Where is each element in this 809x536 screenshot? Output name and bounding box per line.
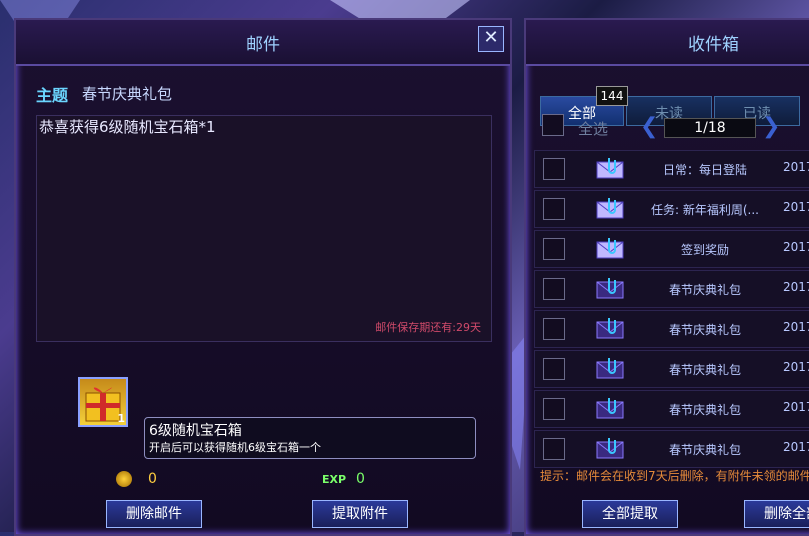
mail-date: 2017. <box>783 440 809 454</box>
envelope-closed-icon <box>595 356 625 380</box>
mail-subject: 日常：每日登陆 <box>662 163 747 177</box>
mail-subject: 春节庆典礼包 <box>668 443 741 457</box>
envelope-closed-icon <box>595 396 625 420</box>
inbox-panel-title: 收件箱 <box>526 20 809 66</box>
mail-date: 2017. <box>783 360 809 374</box>
exp-icon: EXP <box>322 473 347 486</box>
mail-date: 2017. <box>783 400 809 414</box>
page-indicator: 1/18 <box>664 118 756 138</box>
inbox-panel: 收件箱 全部 未读 已读 144 全选 ❮ 1/18 ❯ 日常：每日登陆2017… <box>524 18 809 536</box>
envelope-open-icon <box>595 156 625 180</box>
select-all-label: 全选 <box>578 120 609 138</box>
subject-label: 主题 <box>36 86 69 105</box>
prev-page-icon[interactable]: ❮ <box>640 114 658 139</box>
mail-subject: 春节庆典礼包 <box>668 283 741 297</box>
mail-subject: 任务: 新年福利周(... <box>651 203 759 217</box>
attachment-description: 开启后可以获得随机6级宝石箱一个 <box>149 441 321 454</box>
page-number: 1/18 <box>694 120 726 136</box>
envelope-closed-icon <box>595 316 625 340</box>
mail-date: 2017. <box>783 320 809 334</box>
mail-date: 2017. <box>783 240 809 254</box>
attachment-count: 1 <box>117 412 125 425</box>
mail-panel-title: 邮件 <box>16 20 510 66</box>
mail-body-text: 恭喜获得6级随机宝石箱*1 <box>39 118 216 136</box>
mail-list-item[interactable]: 春节庆典礼包 2017. <box>534 310 809 348</box>
envelope-open-icon <box>595 236 625 260</box>
coin-icon <box>116 471 132 487</box>
attachment-item[interactable]: 1 <box>78 377 128 427</box>
envelope-closed-icon <box>595 436 625 460</box>
mail-checkbox[interactable] <box>543 158 565 180</box>
mail-body: 恭喜获得6级随机宝石箱*1 邮件保存期还有:29天 <box>36 115 492 342</box>
mail-checkbox[interactable] <box>543 398 565 420</box>
mail-subject: 春节庆典礼包 <box>668 403 741 417</box>
mail-checkbox[interactable] <box>543 278 565 300</box>
mail-list-item[interactable]: 签到奖励 2017. <box>534 230 809 268</box>
deletion-hint: 提示：邮件会在收到7天后删除，有附件未领的邮件 <box>540 469 809 483</box>
mail-date: 2017. <box>783 200 809 214</box>
mail-list-item[interactable]: 春节庆典礼包 2017. <box>534 430 809 468</box>
close-icon: ✕ <box>483 27 499 48</box>
close-button[interactable]: ✕ <box>478 26 504 52</box>
mail-panel: 邮件 ✕ 主题 春节庆典礼包 恭喜获得6级随机宝石箱*1 邮件保存期还有:29天… <box>14 18 512 536</box>
mail-list-item[interactable]: 日常：每日登陆 2017. <box>534 150 809 188</box>
mail-checkbox[interactable] <box>543 238 565 260</box>
unread-count-badge: 144 <box>596 86 628 106</box>
mail-checkbox[interactable] <box>543 318 565 340</box>
envelope-closed-icon <box>595 276 625 300</box>
mail-list-item[interactable]: 春节庆典礼包 2017. <box>534 350 809 388</box>
next-page-icon[interactable]: ❯ <box>762 114 780 139</box>
mail-checkbox[interactable] <box>543 438 565 460</box>
mail-subject: 签到奖励 <box>680 243 729 257</box>
attachment-tooltip: 6级随机宝石箱 开启后可以获得随机6级宝石箱一个 <box>144 417 476 459</box>
mail-list-item[interactable]: 任务: 新年福利周(... 2017. <box>534 190 809 228</box>
mail-checkbox[interactable] <box>543 198 565 220</box>
select-all-checkbox[interactable] <box>542 114 564 136</box>
delete-all-button[interactable]: 删除全部 <box>744 500 809 528</box>
exp-value: 0 <box>356 471 365 487</box>
claim-all-button[interactable]: 全部提取 <box>582 500 678 528</box>
mail-subject: 春节庆典礼包 <box>668 363 741 377</box>
mail-list-item[interactable]: 春节庆典礼包 2017. <box>534 270 809 308</box>
retention-notice: 邮件保存期还有:29天 <box>375 321 481 334</box>
mail-subject: 春节庆典礼包 <box>668 323 741 337</box>
envelope-open-icon <box>595 196 625 220</box>
coin-value: 0 <box>148 471 157 487</box>
mail-date: 2017. <box>783 280 809 294</box>
mail-list-item[interactable]: 春节庆典礼包 2017. <box>534 390 809 428</box>
subject-value: 春节庆典礼包 <box>82 85 173 103</box>
mail-checkbox[interactable] <box>543 358 565 380</box>
delete-mail-button[interactable]: 删除邮件 <box>106 500 202 528</box>
claim-attachment-button[interactable]: 提取附件 <box>312 500 408 528</box>
attachment-name: 6级随机宝石箱 <box>149 423 242 439</box>
mail-date: 2017. <box>783 160 809 174</box>
